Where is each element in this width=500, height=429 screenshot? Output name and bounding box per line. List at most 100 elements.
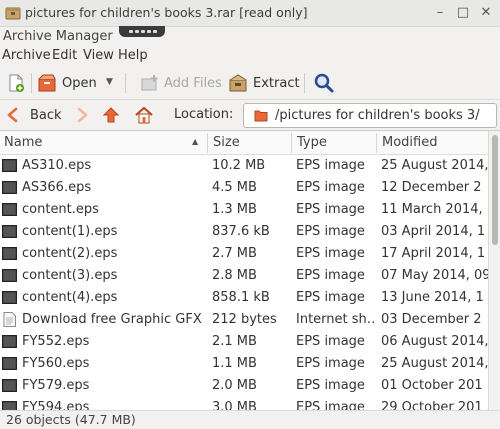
file-modified: 11 March 2014, 1 <box>381 202 488 217</box>
close-button[interactable]: ✕ <box>476 3 496 23</box>
file-type: EPS image <box>296 202 365 217</box>
file-name: FY594.eps <box>22 400 90 410</box>
folder-icon <box>254 110 268 122</box>
text-file-icon <box>3 312 16 327</box>
location-field[interactable]: /pictures for children's books 3/ <box>243 103 497 128</box>
status-bar: 26 objects (47.7 MB) <box>0 410 500 429</box>
file-modified: 25 August 2014, 1 <box>381 158 488 173</box>
table-row[interactable]: content(1).eps 837.6 kB EPS image 03 April … <box>0 221 488 243</box>
column-header-type[interactable]: Type <box>297 135 327 150</box>
file-size: 1.1 MB <box>212 356 257 371</box>
location-path: /pictures for children's books 3/ <box>275 108 480 123</box>
file-modified: 25 August 2014, <box>381 356 488 371</box>
table-row[interactable]: AS310.eps 10.2 MB EPS image 25 August 2014,… <box>0 155 488 177</box>
file-name: content(4).eps <box>22 290 118 305</box>
window-grip-handle[interactable] <box>119 26 165 37</box>
new-document-icon <box>9 74 24 92</box>
image-file-icon <box>2 291 17 304</box>
scrollbar-thumb[interactable] <box>492 135 498 245</box>
file-name: FY552.eps <box>22 334 90 349</box>
file-name: FY579.eps <box>22 378 90 393</box>
title-bar: pictures for children's books 3.rar [rea… <box>0 0 500 27</box>
file-modified: 12 December 2 <box>381 180 482 195</box>
table-row[interactable]: FY594.eps 3.0 MB EPS image 29 October 201 <box>0 397 488 410</box>
table-row[interactable]: FY579.eps 2.0 MB EPS image 01 October 201 <box>0 375 488 397</box>
open-label: Open <box>62 75 97 91</box>
maximize-button[interactable]: □ <box>453 3 473 23</box>
image-file-icon <box>2 225 17 238</box>
minimize-button[interactable]: – <box>430 3 450 23</box>
table-row[interactable]: FY560.eps 1.1 MB EPS image 25 August 2014, <box>0 353 488 375</box>
file-size: 837.6 kB <box>212 224 270 239</box>
menu-view[interactable]: View <box>83 48 114 63</box>
table-row[interactable]: content(2).eps 2.7 MB EPS image 17 April 20… <box>0 243 488 265</box>
file-type: EPS image <box>296 180 365 195</box>
image-file-icon <box>2 401 17 410</box>
file-type: EPS image <box>296 356 365 371</box>
file-size: 2.1 MB <box>212 334 257 349</box>
file-size: 10.2 MB <box>212 158 266 173</box>
home-icon <box>135 106 153 124</box>
archive-manager-icon <box>5 7 21 20</box>
add-files-button[interactable]: Add Files <box>139 70 222 96</box>
menu-help[interactable]: Help <box>118 48 148 63</box>
open-button[interactable]: Open <box>37 70 97 96</box>
menubar: Archive Edit View Help <box>0 46 500 67</box>
vertical-scrollbar[interactable] <box>488 131 500 410</box>
table-row[interactable]: content.eps 1.3 MB EPS image 11 March 2014,… <box>0 199 488 221</box>
open-dropdown-icon[interactable]: ▼ <box>106 77 113 87</box>
image-file-icon <box>2 247 17 260</box>
image-file-icon <box>2 203 17 216</box>
column-header-name[interactable]: Name <box>4 135 42 150</box>
add-files-icon <box>141 75 158 91</box>
forward-button[interactable] <box>75 104 89 126</box>
arrow-left-icon <box>7 107 18 123</box>
image-file-icon <box>2 159 17 172</box>
home-button[interactable] <box>134 104 154 126</box>
table-row[interactable]: content(4).eps 858.1 kB EPS image 13 June 2… <box>0 287 488 309</box>
file-name: content(2).eps <box>22 246 118 261</box>
file-list-header: Name ▲ Size Type Modified <box>0 131 488 155</box>
file-size: 3.0 MB <box>212 400 257 410</box>
back-button[interactable]: Back <box>6 104 62 126</box>
table-row[interactable]: FY552.eps 2.1 MB EPS image 06 August 2014, <box>0 331 488 353</box>
file-name: AS310.eps <box>22 158 92 173</box>
file-name: FY560.eps <box>22 356 90 371</box>
file-modified: 01 October 201 <box>381 378 483 393</box>
file-modified: 03 December 2 <box>381 312 482 327</box>
image-file-icon <box>2 335 17 348</box>
image-file-icon <box>2 269 17 282</box>
file-name: AS366.eps <box>22 180 92 195</box>
file-type: EPS image <box>296 224 365 239</box>
file-type: EPS image <box>296 268 365 283</box>
file-modified: 07 May 2014, 09 <box>381 268 488 283</box>
file-size: 2.8 MB <box>212 268 257 283</box>
image-file-icon <box>2 357 17 370</box>
file-modified: 06 August 2014, <box>381 334 488 349</box>
arrow-up-icon <box>102 107 120 123</box>
file-type: EPS image <box>296 378 365 393</box>
column-header-size[interactable]: Size <box>213 135 240 150</box>
add-files-label: Add Files <box>164 75 222 91</box>
extract-label: Extract <box>253 75 300 91</box>
file-size: 2.7 MB <box>212 246 257 261</box>
menu-archive[interactable]: Archive <box>2 48 51 63</box>
find-button[interactable] <box>313 70 335 96</box>
file-type: Internet sh… <box>296 312 374 327</box>
column-header-modified[interactable]: Modified <box>382 135 437 150</box>
new-archive-button[interactable] <box>6 70 26 96</box>
file-type: EPS image <box>296 246 365 261</box>
location-bar: Back Location: /pictures for children's … <box>0 100 500 131</box>
image-file-icon <box>2 379 17 392</box>
menu-edit[interactable]: Edit <box>52 48 77 63</box>
toolbar: Open ▼ Add Files Extract <box>0 67 500 100</box>
file-type: EPS image <box>296 290 365 305</box>
extract-button[interactable]: Extract <box>228 70 300 96</box>
image-file-icon <box>2 181 17 194</box>
application-name: Archive Manager <box>3 29 113 44</box>
table-row[interactable]: Download free Graphic GFX s… 212 bytes Int… <box>0 309 488 331</box>
sort-ascending-icon[interactable]: ▲ <box>192 137 198 146</box>
table-row[interactable]: AS366.eps 4.5 MB EPS image 12 December 2 <box>0 177 488 199</box>
up-button[interactable] <box>102 104 120 126</box>
table-row[interactable]: content(3).eps 2.8 MB EPS image 07 May 2014… <box>0 265 488 287</box>
